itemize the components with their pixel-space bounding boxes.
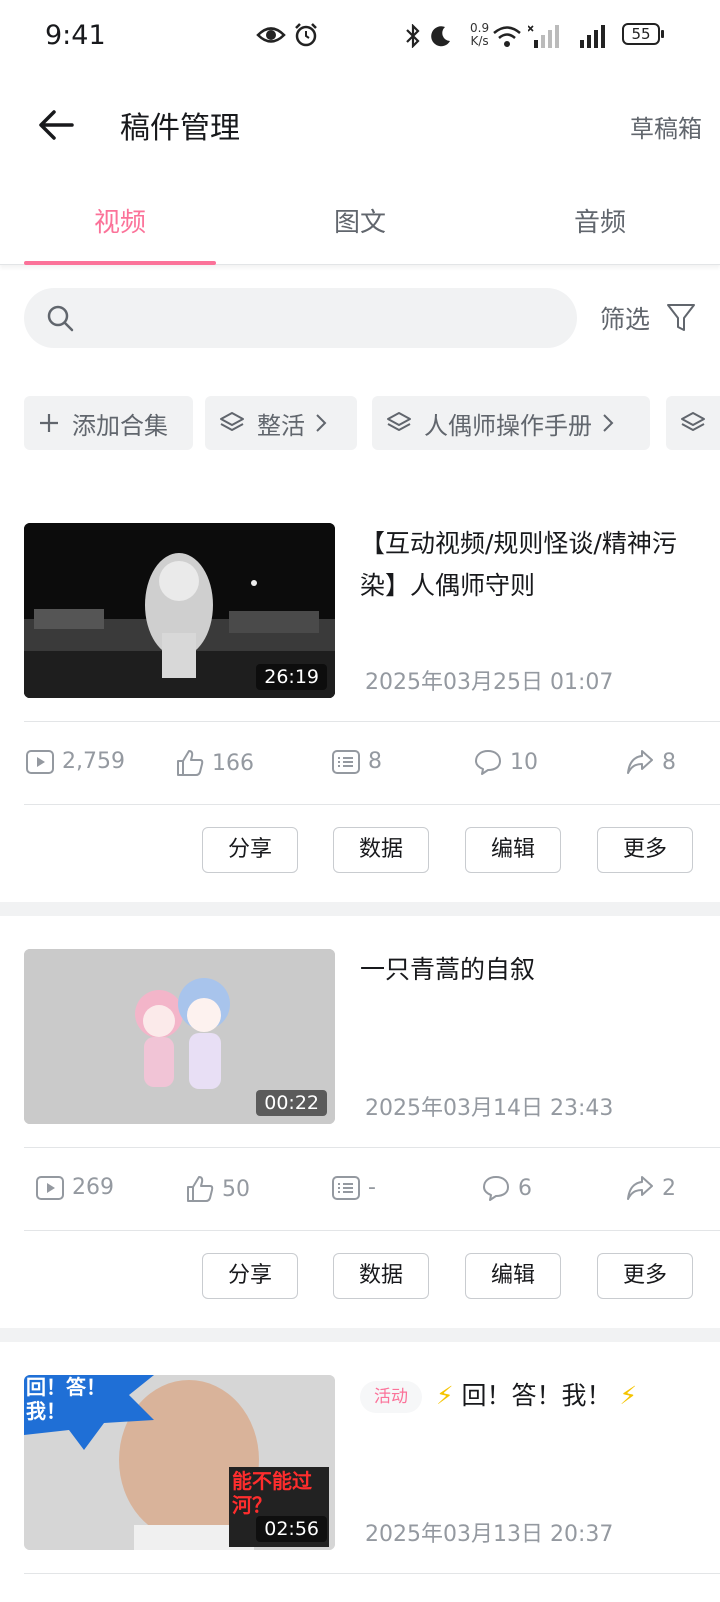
more-button[interactable]: 更多	[597, 1253, 693, 1299]
arrow-left-icon	[39, 110, 74, 140]
tab-audio[interactable]: 音频	[480, 202, 720, 239]
more-button[interactable]: 更多	[597, 827, 693, 873]
layers-icon	[220, 412, 244, 431]
tab-article[interactable]: 图文	[240, 202, 480, 239]
wifi-icon	[493, 26, 521, 47]
chip-label: 添加合集	[72, 411, 168, 440]
stat-views: 269	[36, 1175, 114, 1200]
danmaku-icon	[332, 1175, 360, 1200]
stat-danmaku: -	[332, 1175, 376, 1200]
network-speed: 0.9 K/s	[470, 21, 490, 48]
bluetooth-icon	[406, 24, 420, 48]
thumbs-up-icon	[177, 750, 204, 776]
plus-icon	[40, 414, 58, 432]
back-button[interactable]	[32, 100, 82, 150]
video-thumbnail[interactable]: 26:19	[24, 523, 335, 698]
drafts-button[interactable]: 草稿箱	[630, 109, 702, 144]
tab-video[interactable]: 视频	[0, 202, 240, 239]
status-time: 9:41	[45, 20, 106, 51]
active-tab-indicator	[24, 261, 216, 265]
video-duration: 02:56	[256, 1516, 327, 1542]
play-icon	[26, 749, 54, 774]
collection-chips: 添加合集 整活 人偶师操作手册	[24, 396, 720, 450]
chevron-right-icon	[603, 414, 614, 432]
signal-weak-icon	[528, 25, 559, 48]
stat-comments: 10	[474, 749, 538, 775]
stat-likes: 50	[186, 1175, 250, 1203]
stat-shares: 8	[626, 749, 676, 775]
add-collection-chip[interactable]: 添加合集	[24, 396, 193, 450]
filter-icon[interactable]	[666, 302, 696, 334]
data-button[interactable]: 数据	[333, 1253, 429, 1299]
divider	[24, 1573, 720, 1574]
video-thumbnail[interactable]: 00:22	[24, 949, 335, 1124]
card-separator	[0, 902, 720, 916]
share-icon	[627, 1176, 653, 1200]
data-button[interactable]: 数据	[333, 827, 429, 873]
collection-chip-puppeteer-manual[interactable]: 人偶师操作手册	[372, 396, 650, 450]
share-button[interactable]: 分享	[202, 1253, 298, 1299]
lightning-icon: ⚡	[435, 1381, 454, 1410]
search-icon	[47, 305, 74, 332]
battery-indicator: 55	[622, 23, 664, 45]
stat-shares: 2	[626, 1175, 676, 1201]
video-date: 2025年03月25日 01:07	[365, 670, 614, 695]
status-bar: 9:41 0.9 K/s 55	[0, 0, 720, 75]
search-input[interactable]	[24, 288, 577, 348]
stat-danmaku: 8	[332, 749, 382, 774]
page-title: 稿件管理	[120, 111, 240, 146]
collection-chip-more[interactable]	[666, 396, 720, 450]
video-date: 2025年03月13日 20:37	[365, 1522, 614, 1547]
card-separator	[0, 1328, 720, 1342]
filter-button[interactable]: 筛选	[600, 300, 650, 336]
lightning-icon: ⚡	[619, 1381, 637, 1410]
thumbs-up-icon	[187, 1176, 214, 1202]
activity-badge: 活动	[360, 1381, 422, 1413]
comment-icon	[475, 750, 501, 775]
video-stats: 2,759 166 8 10 8	[24, 721, 720, 805]
video-duration: 26:19	[256, 664, 327, 690]
video-title[interactable]: 【互动视频/规则怪谈/精神污染】人偶师守则	[360, 523, 700, 607]
video-date: 2025年03月14日 23:43	[365, 1096, 614, 1121]
edit-button[interactable]: 编辑	[465, 827, 561, 873]
chip-label: 整活	[257, 411, 305, 440]
danmaku-icon	[332, 749, 360, 774]
content-type-tabs: 视频 图文 音频	[0, 180, 720, 265]
signal-icon	[580, 25, 605, 48]
share-button[interactable]: 分享	[202, 827, 298, 873]
stat-likes: 166	[176, 749, 254, 777]
share-icon	[627, 750, 653, 774]
video-duration: 00:22	[256, 1090, 327, 1116]
layers-icon	[681, 412, 705, 431]
play-icon	[36, 1175, 64, 1200]
comment-icon	[483, 1176, 509, 1201]
chip-label: 人偶师操作手册	[424, 411, 592, 440]
collection-chip-zhenghuo[interactable]: 整活	[205, 396, 357, 450]
stat-comments: 6	[482, 1175, 532, 1201]
alarm-icon	[295, 23, 317, 47]
video-title[interactable]: 一只青蒿的自叙	[360, 949, 700, 991]
edit-button[interactable]: 编辑	[465, 1253, 561, 1299]
thumbnail-caption-top: 回！答！我！	[26, 1375, 106, 1423]
moon-icon	[431, 26, 450, 47]
eye-icon	[256, 27, 286, 43]
chevron-right-icon	[316, 414, 327, 432]
stat-views: 2,759	[26, 749, 125, 774]
video-title[interactable]: 活动 ⚡ 回！答！我！ ⚡	[360, 1375, 700, 1417]
video-thumbnail[interactable]: 回！答！我！ 能不能过河？ 02:56	[24, 1375, 335, 1550]
layers-icon	[387, 412, 411, 431]
app-header: 稿件管理 草稿箱	[0, 75, 720, 180]
thumbnail-caption-bottom: 能不能过河？	[232, 1469, 312, 1517]
video-stats: 269 50 - 6 2	[24, 1147, 720, 1231]
